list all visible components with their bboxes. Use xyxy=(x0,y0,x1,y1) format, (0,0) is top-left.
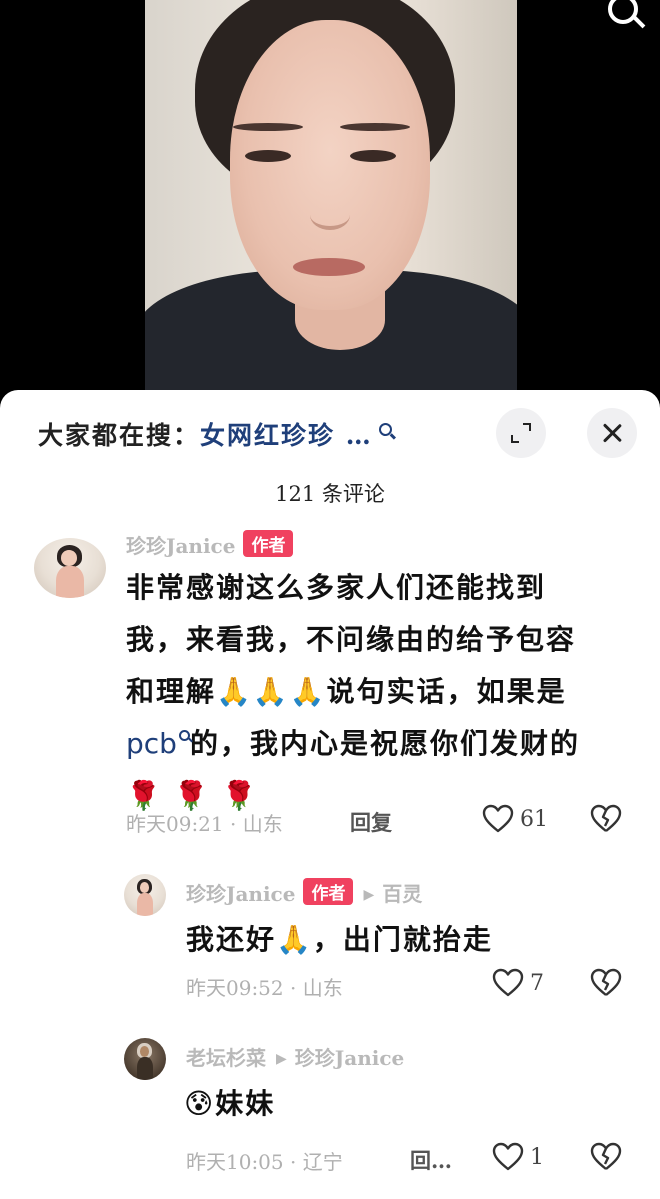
reply-to-user[interactable]: 珍珍Janice xyxy=(295,1046,404,1070)
comments-sheet: 大家都在搜：女网红珍珍 … 121 条评论 珍珍Janice 作者 非常感谢这么多… xyxy=(0,390,660,1199)
video-frame xyxy=(145,0,517,392)
like-count: 1 xyxy=(530,1144,544,1170)
anxious-emoji: 😰 xyxy=(184,1087,216,1120)
comment-time-location: 昨天09:52 · 山东 xyxy=(186,976,343,1000)
comment-author[interactable]: 老坛杉菜 xyxy=(186,1046,266,1070)
comment-text: 我还好🙏，出门就抬走 xyxy=(186,923,493,956)
avatar[interactable] xyxy=(124,1038,166,1080)
like-button[interactable]: 1 xyxy=(492,1142,544,1172)
reply-item: 老坛杉菜 ▶ 珍珍Janice 😰妹妹 昨天10:05 · 辽宁 回… 1 xyxy=(0,1032,660,1192)
reply-button[interactable]: 回复 xyxy=(350,807,392,837)
search-icon xyxy=(178,730,190,741)
expand-icon xyxy=(511,423,531,443)
heart-icon xyxy=(492,968,524,997)
dislike-button[interactable] xyxy=(590,804,622,834)
comment-author[interactable]: 珍珍Janice xyxy=(126,534,235,558)
pray-emoji: 🙏🙏🙏 xyxy=(216,675,327,708)
suggestion-term[interactable]: 女网红珍珍 … xyxy=(200,421,373,450)
video-player[interactable] xyxy=(0,0,660,400)
search-icon[interactable] xyxy=(378,423,392,436)
comment-author[interactable]: 珍珍Janice xyxy=(186,882,295,906)
dislike-button[interactable] xyxy=(590,968,622,998)
reply-to-user[interactable]: 百灵 xyxy=(382,882,422,906)
search-suggestion[interactable]: 大家都在搜：女网红珍珍 … xyxy=(38,416,392,452)
reply-item: 珍珍Janice 作者 ▶ 百灵 我还好🙏，出门就抬走 昨天09:52 · 山东 7 xyxy=(0,868,660,1018)
broken-heart-icon xyxy=(590,1142,622,1170)
author-badge: 作者 xyxy=(243,530,294,557)
sheet-header: 大家都在搜：女网红珍珍 … xyxy=(0,390,660,475)
close-button[interactable] xyxy=(587,408,637,458)
close-icon xyxy=(601,422,623,444)
search-icon[interactable] xyxy=(608,0,638,24)
pray-emoji: 🙏 xyxy=(276,923,313,956)
comment-author-line: 珍珍Janice 作者 ▶ 百灵 xyxy=(186,878,422,907)
heart-icon xyxy=(492,1142,524,1171)
suggestion-prefix: 大家都在搜： xyxy=(38,421,201,450)
avatar[interactable] xyxy=(34,538,106,598)
comment-time-location: 昨天10:05 · 辽宁 xyxy=(186,1150,343,1174)
like-count: 7 xyxy=(530,970,544,996)
comment-author-line: 老坛杉菜 ▶ 珍珍Janice xyxy=(186,1042,404,1071)
keyword-link[interactable]: pcb xyxy=(126,727,190,760)
comment-text: 非常感谢这么多家人们还能找到 我，来看我，不问缘由的给予包容 和理解🙏🙏🙏说句实… xyxy=(126,562,646,822)
reply-arrow-icon: ▶ xyxy=(363,887,375,903)
comment-text-line: 和理解🙏🙏🙏说句实话，如果是 xyxy=(126,675,567,708)
heart-icon xyxy=(482,804,514,833)
reply-arrow-icon: ▶ xyxy=(276,1051,287,1067)
comment-count: 121 条评论 xyxy=(275,482,385,506)
reply-button[interactable]: 回… xyxy=(410,1145,452,1175)
comment-author-line: 珍珍Janice 作者 xyxy=(126,530,294,559)
comment-text-line: 我，来看我，不问缘由的给予包容 xyxy=(126,623,577,656)
expand-button[interactable] xyxy=(496,408,546,458)
like-button[interactable]: 61 xyxy=(482,804,548,834)
avatar[interactable] xyxy=(124,874,166,916)
comment-text: 😰妹妹 xyxy=(184,1087,276,1120)
comment-text-line: 非常感谢这么多家人们还能找到 xyxy=(126,571,547,604)
like-count: 61 xyxy=(520,806,548,832)
broken-heart-icon xyxy=(590,804,622,832)
broken-heart-icon xyxy=(590,968,622,996)
comment-item: 珍珍Janice 作者 非常感谢这么多家人们还能找到 我，来看我，不问缘由的给予包… xyxy=(0,528,660,848)
author-badge: 作者 xyxy=(303,878,354,905)
dislike-button[interactable] xyxy=(590,1142,622,1172)
comment-time-location: 昨天09:21 · 山东 xyxy=(126,812,283,836)
comment-text-line: pcb 的，我内心是祝愿你们发财的 xyxy=(126,727,580,760)
like-button[interactable]: 7 xyxy=(492,968,544,998)
